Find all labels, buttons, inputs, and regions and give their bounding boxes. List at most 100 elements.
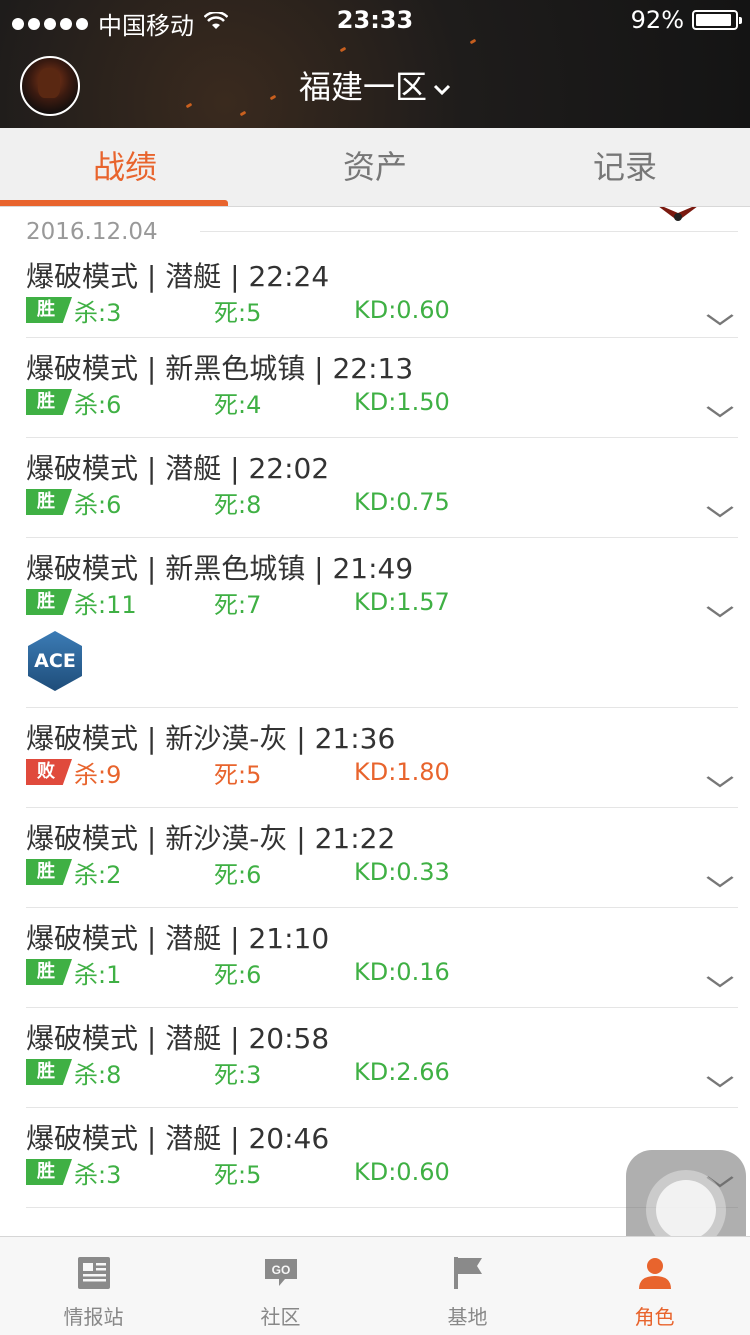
tab-assets[interactable]: 资产	[250, 128, 500, 206]
match-row[interactable]: 爆破模式 | 潜艇 | 20:58 胜杀:8 死:3 KD:2.66	[0, 1017, 750, 1117]
divider	[26, 337, 738, 338]
chevron-down-icon[interactable]	[706, 395, 734, 425]
kill-count: 杀:3	[74, 1160, 122, 1189]
nav-community[interactable]: GO 社区	[187, 1237, 374, 1335]
match-title: 爆破模式 | 潜艇 | 20:46	[26, 1122, 330, 1155]
match-row[interactable]: 爆破模式 | 新沙漠-灰 | 21:36 败杀:9 死:5 KD:1.80	[0, 717, 750, 817]
divider	[26, 707, 738, 708]
svg-text:GO: GO	[272, 1263, 291, 1277]
death-count: 死:4	[214, 390, 262, 419]
tab-record[interactable]: 战绩	[0, 128, 250, 206]
kill-count: 杀:9	[74, 760, 122, 789]
win-badge: 胜	[26, 297, 72, 323]
chevron-down-icon[interactable]	[706, 765, 734, 795]
nav-character[interactable]: 角色	[561, 1237, 748, 1335]
win-badge: 胜	[26, 1159, 72, 1185]
divider	[200, 231, 738, 232]
kill-count: 杀:1	[74, 960, 122, 989]
win-badge: 胜	[26, 1059, 72, 1085]
match-stats: 胜杀:8 死:3 KD:2.66	[26, 1057, 526, 1089]
win-badge: 胜	[26, 489, 72, 515]
match-title: 爆破模式 | 新黑色城镇 | 22:13	[26, 352, 414, 385]
active-tab-indicator	[0, 200, 228, 206]
match-row[interactable]: 爆破模式 | 新沙漠-灰 | 21:22 胜杀:2 死:6 KD:0.33	[0, 817, 750, 917]
chevron-down-icon[interactable]	[706, 1065, 734, 1095]
match-row[interactable]: 爆破模式 | 新黑色城镇 | 21:49 胜杀:11 死:7 KD:1.57 ACE	[0, 547, 750, 717]
match-row[interactable]: 爆破模式 | 潜艇 | 22:02 胜杀:6 死:8 KD:0.75	[0, 447, 750, 547]
chevron-down-icon[interactable]	[706, 303, 734, 333]
win-badge: 胜	[26, 389, 72, 415]
match-title: 爆破模式 | 潜艇 | 22:02	[26, 452, 330, 485]
win-badge: 胜	[26, 589, 72, 615]
header: 中国移动 23:33 92% 福建一区	[0, 0, 750, 128]
kd-ratio: KD:0.33	[354, 858, 450, 886]
server-label: 福建一区	[298, 68, 427, 106]
chevron-down-icon	[433, 77, 451, 102]
death-count: 死:5	[214, 760, 262, 789]
death-count: 死:5	[214, 1160, 262, 1189]
win-badge: 胜	[26, 859, 72, 885]
nav-base[interactable]: 基地	[374, 1237, 561, 1335]
kd-ratio: KD:0.60	[354, 1158, 450, 1186]
kd-ratio: KD:0.16	[354, 958, 450, 986]
nav-base-label: 基地	[447, 1305, 488, 1329]
status-bar: 中国移动 23:33 92%	[0, 0, 750, 40]
tab-history[interactable]: 记录	[500, 128, 750, 206]
death-count: 死:8	[214, 490, 262, 519]
kd-ratio: KD:0.75	[354, 488, 450, 516]
go-chat-icon: GO	[263, 1255, 299, 1291]
chevron-down-icon[interactable]	[706, 495, 734, 525]
match-stats: 败杀:9 死:5 KD:1.80	[26, 757, 526, 789]
divider	[26, 1007, 738, 1008]
match-title: 爆破模式 | 新沙漠-灰 | 21:22	[26, 822, 396, 855]
kill-count: 杀:6	[74, 490, 122, 519]
kill-count: 杀:8	[74, 1060, 122, 1089]
nav-news[interactable]: 情报站	[0, 1237, 187, 1335]
match-list[interactable]: 2016.12.04 爆破模式 | 潜艇 | 22:24 胜杀:3 死:5 KD:0.…	[0, 207, 750, 1235]
kd-ratio: KD:1.50	[354, 388, 450, 416]
kill-count: 杀:2	[74, 860, 122, 889]
ace-badge-icon: ACE	[28, 631, 82, 691]
chevron-down-icon[interactable]	[706, 865, 734, 895]
kill-count: 杀:11	[74, 590, 137, 619]
match-stats: 胜杀:6 死:8 KD:0.75	[26, 487, 526, 519]
nav-news-label: 情报站	[63, 1305, 124, 1329]
match-stats: 胜杀:1 死:6 KD:0.16	[26, 957, 526, 989]
ember-decoration	[239, 110, 247, 117]
ember-decoration	[339, 46, 347, 53]
match-title: 爆破模式 | 新黑色城镇 | 21:49	[26, 552, 414, 585]
nav-character-label: 角色	[634, 1305, 675, 1329]
rank-emblem-icon	[652, 207, 704, 225]
match-title: 爆破模式 | 潜艇 | 20:58	[26, 1022, 330, 1055]
person-icon	[637, 1255, 673, 1291]
kill-count: 杀:3	[74, 298, 122, 327]
kd-ratio: KD:1.57	[354, 588, 450, 616]
nav-community-label: 社区	[260, 1305, 301, 1329]
divider	[26, 907, 738, 908]
match-stats: 胜杀:6 死:4 KD:1.50	[26, 387, 526, 419]
divider	[26, 437, 738, 438]
divider	[26, 807, 738, 808]
kill-count: 杀:6	[74, 390, 122, 419]
death-count: 死:6	[214, 860, 262, 889]
win-badge: 胜	[26, 959, 72, 985]
match-row[interactable]: 爆破模式 | 潜艇 | 22:24 胜杀:3 死:5 KD:0.60	[0, 255, 750, 347]
chevron-down-icon[interactable]	[706, 595, 734, 625]
match-row[interactable]: 爆破模式 | 新黑色城镇 | 22:13 胜杀:6 死:4 KD:1.50	[0, 347, 750, 447]
server-selector[interactable]: 福建一区	[0, 62, 750, 108]
battery-info: 92%	[631, 6, 742, 34]
divider	[26, 537, 738, 538]
match-title: 爆破模式 | 潜艇 | 21:10	[26, 922, 330, 955]
match-title: 爆破模式 | 新沙漠-灰 | 21:36	[26, 722, 396, 755]
flag-icon	[450, 1255, 486, 1291]
match-stats: 胜杀:3 死:5 KD:0.60	[26, 1157, 526, 1189]
divider	[26, 1107, 738, 1108]
match-row[interactable]: 爆破模式 | 潜艇 | 21:10 胜杀:1 死:6 KD:0.16	[0, 917, 750, 1017]
match-stats: 胜杀:3 死:5 KD:0.60	[26, 295, 526, 327]
kd-ratio: KD:0.60	[354, 296, 450, 324]
match-stats: 胜杀:2 死:6 KD:0.33	[26, 857, 526, 889]
death-count: 死:7	[214, 590, 262, 619]
match-stats: 胜杀:11 死:7 KD:1.57	[26, 587, 526, 619]
chevron-down-icon[interactable]	[706, 965, 734, 995]
bottom-tab-bar: 情报站 GO 社区 基地 角色	[0, 1236, 750, 1335]
